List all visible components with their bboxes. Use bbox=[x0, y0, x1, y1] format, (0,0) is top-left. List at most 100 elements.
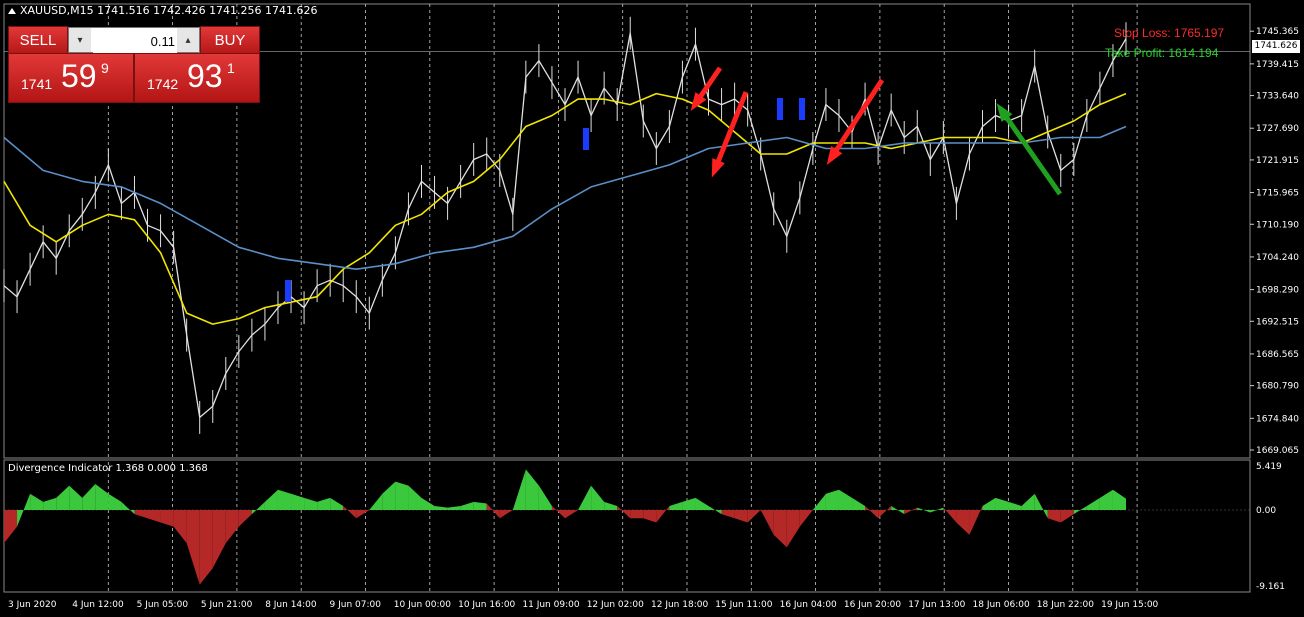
y-tick-label: 1739.415 bbox=[1256, 60, 1299, 70]
oscillator-layer bbox=[4, 469, 1250, 585]
chevron-up-icon: ▴ bbox=[185, 34, 191, 46]
divergence-marker bbox=[777, 98, 783, 120]
osc-area-segment bbox=[695, 497, 709, 510]
osc-area-segment bbox=[199, 510, 213, 585]
y-tick-label: 1674.840 bbox=[1256, 414, 1299, 424]
y-tick-label: 1704.240 bbox=[1256, 253, 1299, 263]
y-tick-label: 1686.565 bbox=[1256, 350, 1299, 360]
sell-arrow-icon-head bbox=[711, 158, 725, 178]
symbol-header: XAUUSD,M15 1741.516 1742.426 1741.256 17… bbox=[8, 4, 318, 17]
x-tick-label: 18 Jun 06:00 bbox=[973, 600, 1030, 610]
osc-area-segment bbox=[408, 485, 422, 510]
lot-increase-button[interactable]: ▴ bbox=[177, 28, 199, 52]
osc-area-segment bbox=[356, 510, 370, 519]
osc-area-segment bbox=[786, 510, 800, 548]
osc-area-segment bbox=[82, 484, 96, 510]
indicator-label: Divergence Indicator 1.368 0.000 1.368 bbox=[8, 463, 208, 474]
y-tick-label: 1721.915 bbox=[1256, 156, 1299, 166]
y-tick-label: 1710.190 bbox=[1256, 220, 1299, 230]
osc-area-segment bbox=[1021, 493, 1035, 510]
osc-area-segment bbox=[812, 493, 826, 510]
osc-area-segment bbox=[4, 510, 18, 544]
divergence-marker bbox=[799, 98, 805, 120]
osc-area-segment bbox=[525, 469, 539, 510]
x-tick-label: 11 Jun 09:00 bbox=[522, 600, 579, 610]
osc-area-segment bbox=[95, 484, 109, 510]
osc-area-segment bbox=[1112, 489, 1126, 510]
osc-area-segment bbox=[486, 503, 500, 519]
sell-price-fraction: 9 bbox=[101, 60, 109, 76]
divergence-marker bbox=[285, 280, 291, 302]
osc-area-segment bbox=[995, 497, 1009, 510]
osc-area-segment bbox=[212, 510, 226, 569]
lot-decrease-button[interactable]: ▾ bbox=[69, 28, 91, 52]
osc-area-segment bbox=[904, 507, 918, 515]
buy-button[interactable]: BUY bbox=[200, 26, 260, 54]
osc-area-segment bbox=[108, 493, 122, 510]
osc-area-segment bbox=[604, 501, 618, 510]
osc-area-segment bbox=[643, 510, 657, 523]
x-tick-label: 16 Jun 04:00 bbox=[780, 600, 837, 610]
osc-area-segment bbox=[852, 497, 866, 510]
osc-area-segment bbox=[538, 485, 552, 510]
osc-area-segment bbox=[447, 505, 461, 510]
osc-area-segment bbox=[56, 485, 70, 510]
osc-area-segment bbox=[1086, 497, 1100, 510]
osc-area-segment bbox=[734, 510, 748, 523]
lot-size-input[interactable] bbox=[93, 28, 177, 54]
sell-price-display[interactable]: 1741 59 9 bbox=[8, 53, 134, 103]
osc-area-segment bbox=[617, 505, 631, 519]
buy-price-display[interactable]: 1742 93 1 bbox=[134, 53, 260, 103]
y-tick-label: 1733.640 bbox=[1256, 92, 1299, 102]
y-tick-label: 1715.965 bbox=[1256, 189, 1299, 199]
signal-arrows-layer bbox=[285, 66, 1063, 302]
osc-area-segment bbox=[317, 497, 331, 510]
osc-area-segment bbox=[304, 497, 318, 510]
chevron-down-icon: ▾ bbox=[77, 34, 83, 46]
osc-y-tick-label: -9.161 bbox=[1256, 582, 1285, 592]
x-tick-label: 17 Jun 13:00 bbox=[908, 600, 965, 610]
osc-area-segment bbox=[473, 501, 487, 510]
x-tick-label: 5 Jun 05:00 bbox=[137, 600, 189, 610]
osc-area-segment bbox=[173, 510, 187, 544]
osc-area-segment bbox=[1034, 493, 1048, 519]
osc-area-segment bbox=[708, 505, 722, 515]
x-tick-label: 12 Jun 18:00 bbox=[651, 600, 708, 610]
osc-area-segment bbox=[825, 489, 839, 510]
osc-area-segment bbox=[682, 497, 696, 510]
osc-area-segment bbox=[291, 493, 305, 510]
osc-area-segment bbox=[865, 505, 879, 519]
osc-area-segment bbox=[669, 501, 683, 510]
osc-area-segment bbox=[134, 510, 148, 519]
osc-area-segment bbox=[238, 510, 252, 527]
y-tick-label: 1680.790 bbox=[1256, 382, 1299, 392]
osc-area-segment bbox=[773, 510, 787, 548]
x-tick-label: 10 Jun 16:00 bbox=[458, 600, 515, 610]
osc-area-segment bbox=[630, 510, 644, 519]
osc-area-segment bbox=[460, 501, 474, 510]
osc-y-tick-label: 0.00 bbox=[1256, 506, 1276, 516]
x-tick-label: 10 Jun 00:00 bbox=[394, 600, 451, 610]
osc-area-segment bbox=[121, 501, 135, 515]
osc-area-segment bbox=[343, 505, 357, 519]
y-tick-label: 1692.515 bbox=[1256, 317, 1299, 327]
osc-area-segment bbox=[656, 505, 670, 523]
collapse-triangle-icon[interactable] bbox=[8, 8, 16, 14]
sell-price-pips: 59 bbox=[61, 58, 97, 94]
osc-area-segment bbox=[225, 510, 239, 544]
symbol-line: XAUUSD,M15 1741.516 1742.426 1741.256 17… bbox=[20, 4, 318, 17]
osc-area-segment bbox=[1047, 510, 1061, 523]
x-tick-label: 5 Jun 21:00 bbox=[201, 600, 253, 610]
osc-area-segment bbox=[956, 510, 970, 535]
lot-size-stepper: ▾ ▴ bbox=[68, 27, 200, 54]
current-price-tag: 1741.626 bbox=[1252, 40, 1300, 53]
osc-area-segment bbox=[760, 510, 774, 535]
x-tick-label: 4 Jun 12:00 bbox=[72, 600, 124, 610]
osc-area-segment bbox=[982, 497, 996, 510]
stop-loss-label: Stop Loss: 1765.197 bbox=[1114, 26, 1225, 40]
y-tick-label: 1669.065 bbox=[1256, 446, 1299, 456]
sell-price-major: 1741 bbox=[21, 76, 53, 92]
osc-area-segment bbox=[69, 485, 83, 510]
osc-area-segment bbox=[878, 505, 892, 519]
sell-button[interactable]: SELL bbox=[8, 26, 68, 54]
